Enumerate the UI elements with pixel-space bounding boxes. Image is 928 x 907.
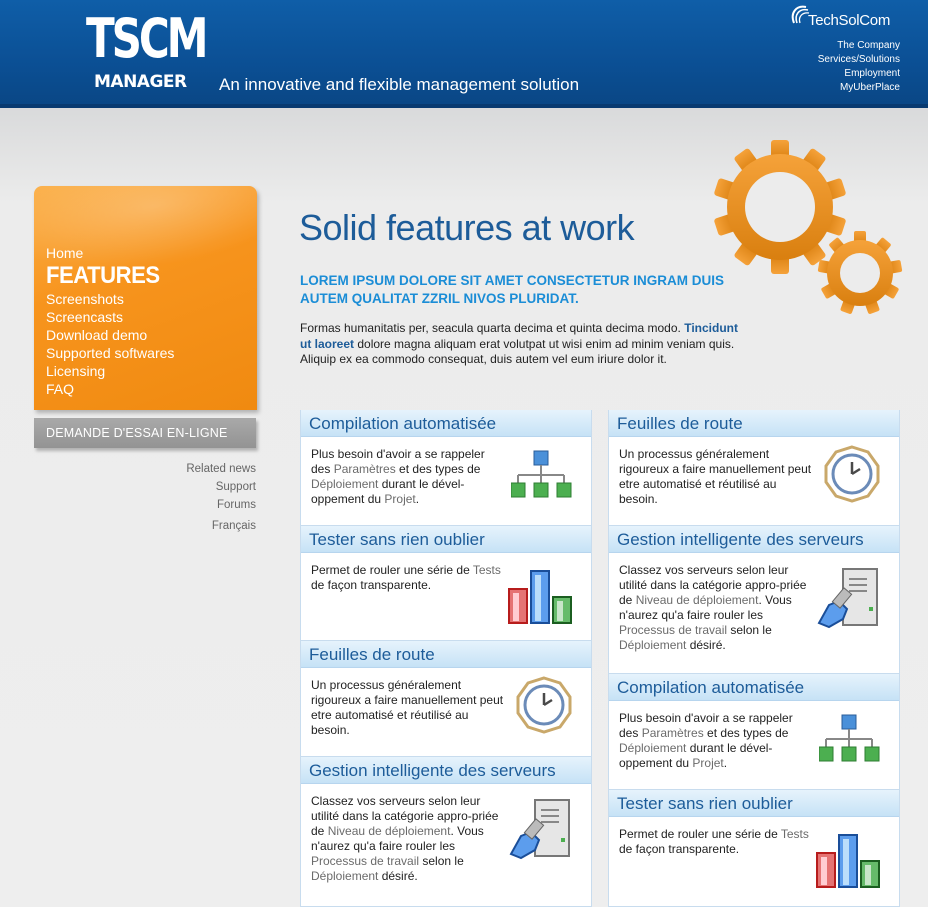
top-link-myuberplace[interactable]: MyUberPlace xyxy=(818,81,900,95)
feature-card-gestion: Gestion intelligente des serveurs Classe… xyxy=(608,526,900,674)
feature-card-tester: Tester sans rien oublier Permet de roule… xyxy=(608,790,900,907)
clock-icon xyxy=(516,676,572,734)
secondary-nav: Related news Support Forums xyxy=(186,460,256,514)
top-nav: The Company Services/Solutions Employmen… xyxy=(818,39,900,95)
feature-card-feuilles: Feuilles de route Un processus généralem… xyxy=(608,410,900,526)
top-link-employment[interactable]: Employment xyxy=(818,67,900,81)
card-description: Un processus généralement rigoureux a fa… xyxy=(311,678,504,737)
site-tagline: An innovative and flexible management so… xyxy=(219,75,580,94)
feature-card-feuilles: Feuilles de route Un processus généralem… xyxy=(300,641,592,757)
intro-text-end: dolore magna aliquam erat volutpat ut wi… xyxy=(300,336,735,367)
card-description: Permet de rouler une série de Tests de f… xyxy=(619,827,809,856)
sidebar-item-download-demo[interactable]: Download demo xyxy=(46,326,174,344)
server-icon xyxy=(509,799,570,860)
card-description: Plus besoin d'avoir a se rappeler des Pa… xyxy=(311,447,485,506)
clock-icon xyxy=(824,445,880,503)
sidebar-item-features[interactable]: FEATURES xyxy=(46,262,164,290)
feature-card-gestion: Gestion intelligente des serveurs Classe… xyxy=(300,757,592,907)
tscm-manager-logo[interactable]: TSCM MANAGER xyxy=(86,12,209,96)
logo-main-text: TSCM xyxy=(86,7,209,70)
sidebar-item-screenshots[interactable]: Screenshots xyxy=(46,290,174,308)
card-description: Plus besoin d'avoir a se rappeler des Pa… xyxy=(619,711,793,770)
card-description: Permet de rouler une série de Tests de f… xyxy=(311,563,501,592)
sidebar-item-supported-softwares[interactable]: Supported softwares xyxy=(46,344,174,362)
card-title: Gestion intelligente des serveurs xyxy=(609,526,899,553)
sidebar-item-licensing[interactable]: Licensing xyxy=(46,362,174,380)
card-title: Tester sans rien oublier xyxy=(301,526,591,553)
features-column-right: Feuilles de route Un processus généralem… xyxy=(608,410,900,907)
card-title: Compilation automatisée xyxy=(609,674,899,701)
site-header: TSCM MANAGER An innovative and flexible … xyxy=(0,0,928,108)
top-link-services[interactable]: Services/Solutions xyxy=(818,53,900,67)
card-description: Un processus généralement rigoureux a fa… xyxy=(619,447,812,506)
forums-link[interactable]: Forums xyxy=(186,496,256,514)
sidebar-item-screencasts[interactable]: Screencasts xyxy=(46,308,174,326)
feature-card-compilation: Compilation automatisée Plus besoin d'av… xyxy=(608,674,900,790)
card-title: Feuilles de route xyxy=(609,410,899,437)
hierarchy-icon xyxy=(511,450,572,498)
card-title: Gestion intelligente des serveurs xyxy=(301,757,591,784)
top-link-company[interactable]: The Company xyxy=(818,39,900,53)
card-description: Classez vos serveurs selon leur utilité … xyxy=(619,563,807,652)
support-link[interactable]: Support xyxy=(186,478,256,496)
logo-sub-text: MANAGER xyxy=(94,72,187,92)
online-trial-button[interactable]: DEMANDE D'ESSAI EN-LIGNE xyxy=(34,418,256,448)
intro-paragraph: Formas humanitatis per, seacula quarta d… xyxy=(300,321,745,368)
card-title: Tester sans rien oublier xyxy=(609,790,899,817)
page-title: Solid features at work xyxy=(299,207,635,248)
card-title: Compilation automatisée xyxy=(301,410,591,437)
sidebar-nav-list: Home FEATURES Screenshots Screencasts Do… xyxy=(46,244,174,398)
features-column-left: Compilation automatisée Plus besoin d'av… xyxy=(300,410,592,907)
hierarchy-icon xyxy=(819,714,880,762)
related-news-link[interactable]: Related news xyxy=(186,460,256,478)
feature-card-compilation: Compilation automatisée Plus besoin d'av… xyxy=(300,410,592,526)
sidebar-item-home[interactable]: Home xyxy=(46,244,174,262)
sidebar-item-faq[interactable]: FAQ xyxy=(46,380,174,398)
bar-chart-icon xyxy=(508,570,572,624)
feature-card-tester: Tester sans rien oublier Permet de roule… xyxy=(300,526,592,641)
techsolcom-brand[interactable]: TechSolCom xyxy=(788,3,918,33)
brand-name: TechSolCom xyxy=(808,12,891,29)
intro-text-start: Formas humanitatis per, seacula quarta d… xyxy=(300,321,685,335)
language-link[interactable]: Français xyxy=(212,520,256,532)
sidebar-nav: Home FEATURES Screenshots Screencasts Do… xyxy=(34,186,257,410)
lead-text: LOREM IPSUM DOLORE SIT AMET CONSECTETUR … xyxy=(300,273,725,306)
server-icon xyxy=(817,568,878,629)
card-title: Feuilles de route xyxy=(301,641,591,668)
bar-chart-icon xyxy=(816,834,880,888)
card-description: Classez vos serveurs selon leur utilité … xyxy=(311,794,499,883)
